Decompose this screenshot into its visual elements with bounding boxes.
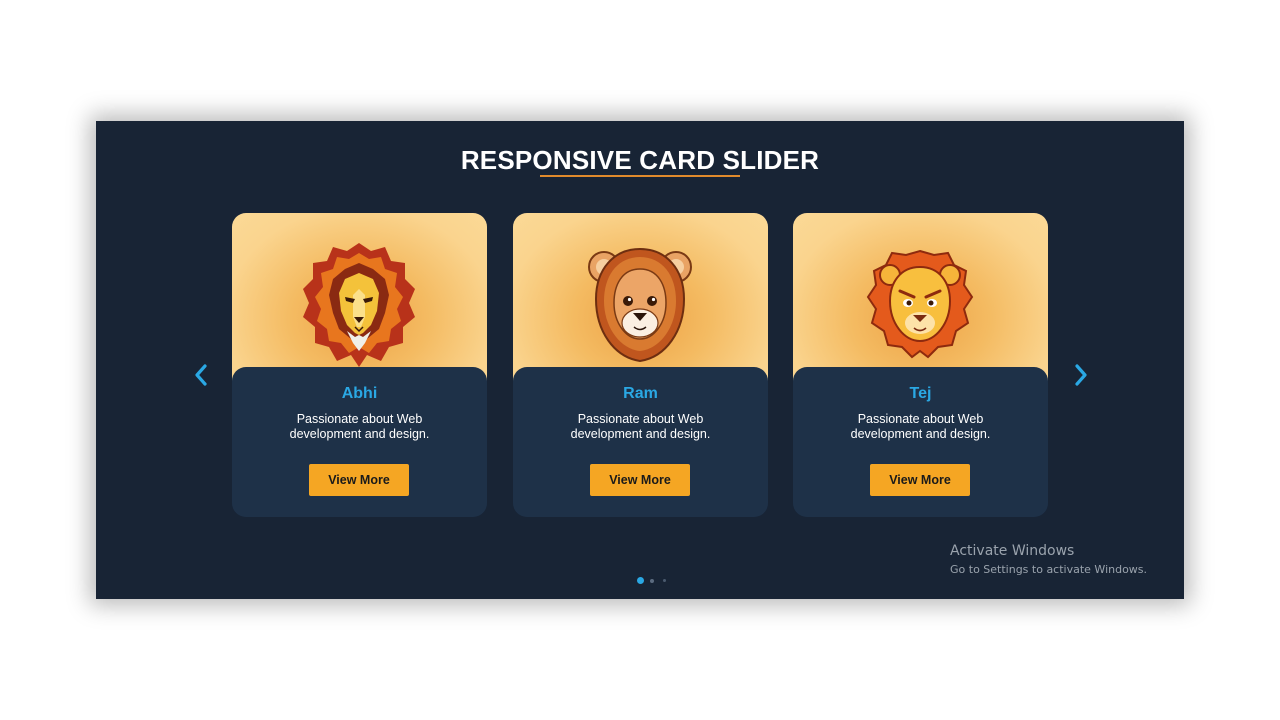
- card-name: Ram: [623, 385, 658, 402]
- pagination: [636, 577, 676, 585]
- pagination-dot-active[interactable]: [637, 577, 644, 584]
- slider-container: RESPONSIVE CARD SLIDER Abhi Passionate a…: [96, 121, 1184, 599]
- card: Abhi Passionate about Web development an…: [232, 213, 487, 517]
- activate-windows-watermark: Activate Windows Go to Settings to activ…: [950, 543, 1147, 576]
- chevron-right-icon: [1075, 364, 1087, 386]
- card: Tej Passionate about Web development and…: [793, 213, 1048, 517]
- card-description: Passionate about Web development and des…: [570, 412, 711, 441]
- view-more-button[interactable]: View More: [590, 464, 690, 496]
- card-description: Passionate about Web development and des…: [850, 412, 991, 441]
- pagination-dot[interactable]: [650, 578, 654, 583]
- card-name: Tej: [909, 385, 932, 402]
- card-image-area: [232, 213, 487, 383]
- pagination-dot[interactable]: [663, 579, 666, 582]
- view-more-button[interactable]: View More: [309, 464, 409, 496]
- prev-button[interactable]: [190, 361, 214, 389]
- card-content: Ram Passionate about Web development and…: [513, 367, 768, 517]
- watermark-title: Activate Windows: [950, 543, 1075, 559]
- cartoon-lion-icon: [866, 249, 974, 359]
- card-content: Abhi Passionate about Web development an…: [232, 367, 487, 517]
- view-more-button[interactable]: View More: [870, 464, 970, 496]
- next-button[interactable]: [1068, 361, 1092, 389]
- card-name: Abhi: [341, 385, 378, 402]
- card-image-area: [793, 213, 1048, 383]
- cute-lion-cub-icon: [588, 247, 692, 363]
- card-image-area: [513, 213, 768, 383]
- card-content: Tej Passionate about Web development and…: [793, 367, 1048, 517]
- title-underline: [540, 175, 740, 177]
- card: Ram Passionate about Web development and…: [513, 213, 768, 517]
- watermark-subtitle: Go to Settings to activate Windows.: [950, 563, 1148, 576]
- fierce-lion-mane-icon: [303, 243, 415, 367]
- chevron-left-icon: [195, 364, 207, 386]
- page: RESPONSIVE CARD SLIDER Abhi Passionate a…: [0, 0, 1280, 720]
- page-title: RESPONSIVE CARD SLIDER: [460, 145, 820, 175]
- card-description: Passionate about Web development and des…: [289, 412, 430, 441]
